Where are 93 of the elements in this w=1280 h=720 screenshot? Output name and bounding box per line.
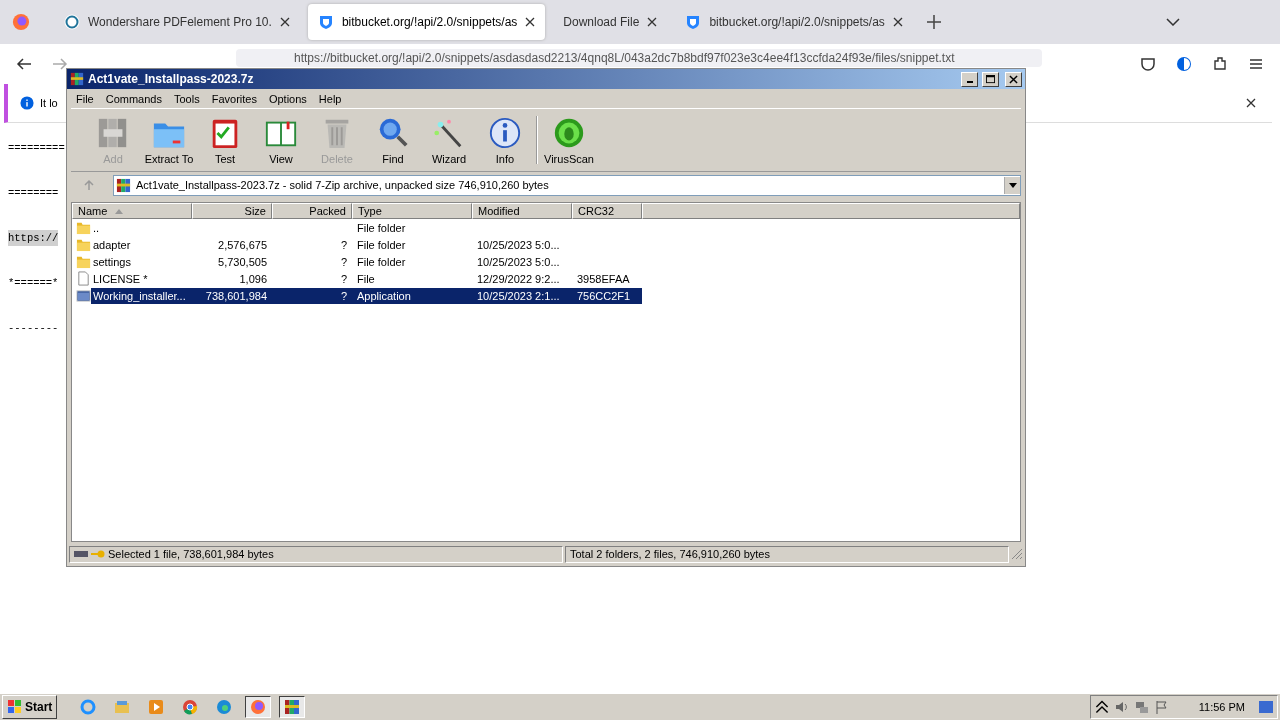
- page-text: --------: [8, 321, 59, 336]
- dropdown-button[interactable]: [1004, 176, 1020, 194]
- address-bar[interactable]: https://bitbucket.org/!api/2.0/snippets/asdasdasd2213/4qnq8L/043a2dc7b8bdf97f023e3c4ee4f13ccfda24f93e/files/snippet.txt: [236, 49, 1042, 67]
- folder-icon: [76, 220, 91, 235]
- toolbar-button[interactable]: Extract To: [141, 115, 197, 165]
- shield-icon: [685, 14, 702, 30]
- sort-arrow-icon: [115, 208, 124, 214]
- minimize-button[interactable]: [961, 71, 978, 87]
- browser-icon: [216, 699, 233, 715]
- chevron-icon[interactable]: [1094, 700, 1109, 714]
- archive-icon: [284, 699, 301, 715]
- drive-icon: [74, 550, 88, 558]
- taskbar-button[interactable]: [245, 696, 272, 718]
- file-row[interactable]: settings 5,730,505 ? File folder 10/25/2023 5:0...: [91, 253, 642, 270]
- status-panel: Total 2 folders, 2 files, 746,910,260 bytes: [565, 545, 1009, 563]
- toolbar-button[interactable]: Wizard: [421, 115, 477, 165]
- file-row[interactable]: LICENSE * 1,096 ? File 12/29/2022 9:2... 3958EFAA: [91, 270, 642, 287]
- folder-icon: [76, 254, 91, 269]
- speaker-icon[interactable]: [1114, 700, 1129, 714]
- flag-icon[interactable]: [1154, 700, 1169, 714]
- status-panel: Selected 1 file, 738,601,984 bytes: [69, 545, 563, 563]
- menu-item[interactable]: Tools: [168, 92, 206, 105]
- page-text: =========: [8, 141, 65, 156]
- clock[interactable]: 11:56 PM: [1198, 701, 1245, 713]
- maximize-button[interactable]: [982, 71, 999, 87]
- toolbar-button[interactable]: Find: [365, 115, 421, 165]
- firefox-icon[interactable]: [12, 13, 30, 31]
- info-icon: [20, 96, 34, 110]
- caret-icon: [1008, 182, 1017, 188]
- browser-icon: [182, 699, 199, 715]
- path-field[interactable]: Act1vate_Installpass-2023.7z - solid 7-Zip archive, unpacked size 746,910,260 bytes: [113, 174, 1021, 196]
- column-header[interactable]: Packed: [272, 203, 352, 219]
- close-icon[interactable]: [525, 17, 536, 27]
- column-header[interactable]: Size: [192, 203, 272, 219]
- window-title: Act1vate_Installpass-2023.7z: [88, 72, 254, 86]
- column-header[interactable]: CRC32: [572, 203, 642, 219]
- folder-icon: [114, 699, 131, 715]
- info-icon: [488, 115, 522, 150]
- resize-grip[interactable]: [1011, 548, 1023, 560]
- close-icon[interactable]: [1246, 98, 1256, 108]
- menu-item[interactable]: Options: [262, 92, 313, 105]
- forward-icon[interactable]: [52, 56, 68, 72]
- archive-icon: [116, 177, 131, 193]
- toolbar-button[interactable]: Test: [197, 115, 253, 165]
- application-icon: [76, 288, 91, 303]
- menu-item[interactable]: Favorites: [205, 92, 263, 105]
- network-icon[interactable]: [1134, 700, 1149, 714]
- page-text: https://: [8, 230, 59, 246]
- column-header[interactable]: Name: [72, 203, 192, 219]
- new-tab-icon[interactable]: [926, 15, 941, 29]
- page-text: ========: [8, 186, 59, 201]
- file-row[interactable]: Working_installer... 738,601,984 ? Application 10/25/2023 2:1... 756CC2F1: [91, 287, 642, 304]
- close-icon[interactable]: [279, 17, 290, 27]
- page-text: *======*: [8, 276, 59, 291]
- close-icon[interactable]: [892, 17, 903, 27]
- menu-icon[interactable]: [1248, 56, 1264, 72]
- toolbar-button[interactable]: View: [253, 115, 309, 165]
- shield-icon: [317, 14, 334, 30]
- menu-item[interactable]: Help: [312, 92, 348, 105]
- minimize-icon: [966, 81, 973, 83]
- close-button[interactable]: [1005, 71, 1022, 87]
- close-icon: [1009, 74, 1018, 84]
- menu-item[interactable]: File: [70, 92, 100, 105]
- archive-icon: [70, 72, 84, 86]
- toolbar-button[interactable]: Info: [477, 115, 533, 165]
- pocket-icon[interactable]: [1140, 56, 1156, 72]
- key-icon: [91, 550, 105, 558]
- browser-icon: [80, 699, 97, 715]
- column-header[interactable]: Type: [352, 203, 472, 219]
- maximize-icon: [986, 74, 995, 84]
- file-row[interactable]: .. File folder: [91, 219, 642, 236]
- column-header[interactable]: Modified: [472, 203, 572, 219]
- notification-text: It lo: [40, 97, 58, 109]
- browser-tab[interactable]: Wondershare PDFelement Pro 10.: [54, 4, 300, 40]
- toolbar-button[interactable]: VirusScan: [541, 115, 597, 165]
- play-icon: [148, 699, 165, 715]
- extensions-icon[interactable]: [1212, 56, 1228, 72]
- close-icon[interactable]: [647, 17, 658, 27]
- browser-icon: [250, 699, 267, 715]
- menu-item[interactable]: Commands: [99, 92, 168, 105]
- start-button[interactable]: Start: [2, 695, 58, 719]
- file-icon: [76, 271, 91, 286]
- browser-tab[interactable]: bitbucket.org/!api/2.0/snippets/as: [675, 4, 913, 40]
- folder-icon: [76, 237, 91, 252]
- back-icon[interactable]: [16, 56, 32, 72]
- browser-tab[interactable]: bitbucket.org/!api/2.0/snippets/as: [307, 4, 546, 40]
- account-icon[interactable]: [1176, 56, 1192, 72]
- file-row[interactable]: adapter 2,576,675 ? File folder 10/25/2023 5:0...: [91, 236, 642, 253]
- taskbar-button[interactable]: [279, 696, 306, 718]
- windows-logo-icon: [7, 699, 23, 715]
- chevron-icon[interactable]: [1166, 18, 1180, 26]
- up-arrow-icon: [83, 179, 95, 191]
- browser-tab[interactable]: Download File: [553, 4, 668, 40]
